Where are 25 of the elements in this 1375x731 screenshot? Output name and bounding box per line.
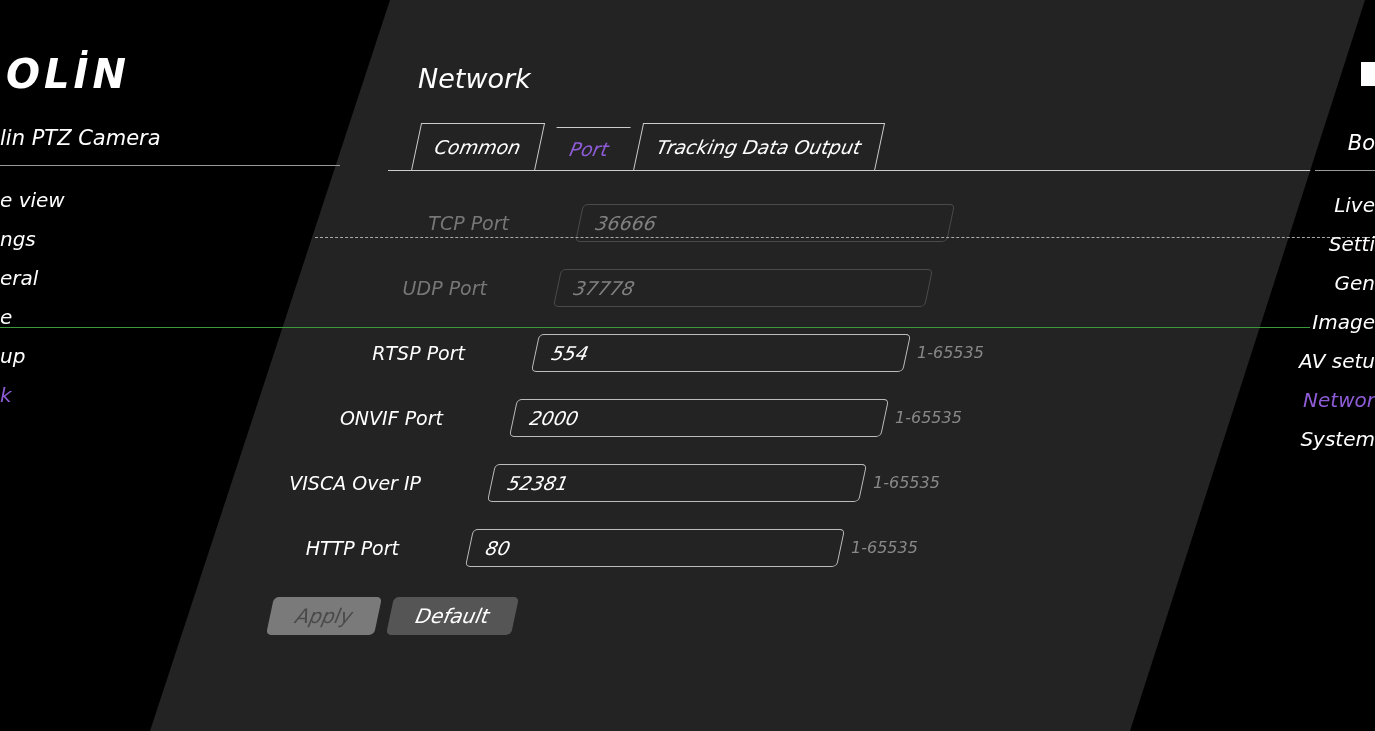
range-hint: 1-65535 [895, 407, 962, 429]
field-label: VISCA Over IP [288, 470, 421, 496]
nav-item[interactable]: Setti [1328, 230, 1375, 258]
range-hint: 1-65535 [851, 537, 918, 559]
device-title: Bo [1347, 130, 1375, 156]
logo: OLİN [5, 52, 131, 96]
action-button[interactable]: Default [386, 597, 520, 635]
nav-item[interactable]: AV setu [1299, 347, 1375, 375]
field-label: HTTP Port [304, 535, 399, 561]
field-label: TCP Port [427, 210, 509, 236]
field-label: RTSP Port [371, 340, 465, 366]
nav-item[interactable]: e [0, 303, 390, 331]
nav-item[interactable]: eral [0, 264, 390, 292]
range-hint: 1-65535 [917, 342, 984, 364]
nav-item[interactable]: Image [1312, 308, 1375, 336]
logo-fragment [1361, 62, 1375, 86]
page-title: Network [418, 62, 531, 96]
nav-item[interactable]: System [1300, 425, 1375, 453]
nav-item[interactable]: ngs [0, 225, 390, 253]
nav-item[interactable]: Live [1334, 191, 1375, 219]
nav-item[interactable]: Gen [1334, 269, 1375, 297]
nav-item[interactable]: e view [0, 186, 390, 214]
field-label: UDP Port [401, 275, 487, 301]
device-title: lin PTZ Camera [0, 125, 162, 151]
range-hint: 1-65535 [873, 472, 940, 494]
